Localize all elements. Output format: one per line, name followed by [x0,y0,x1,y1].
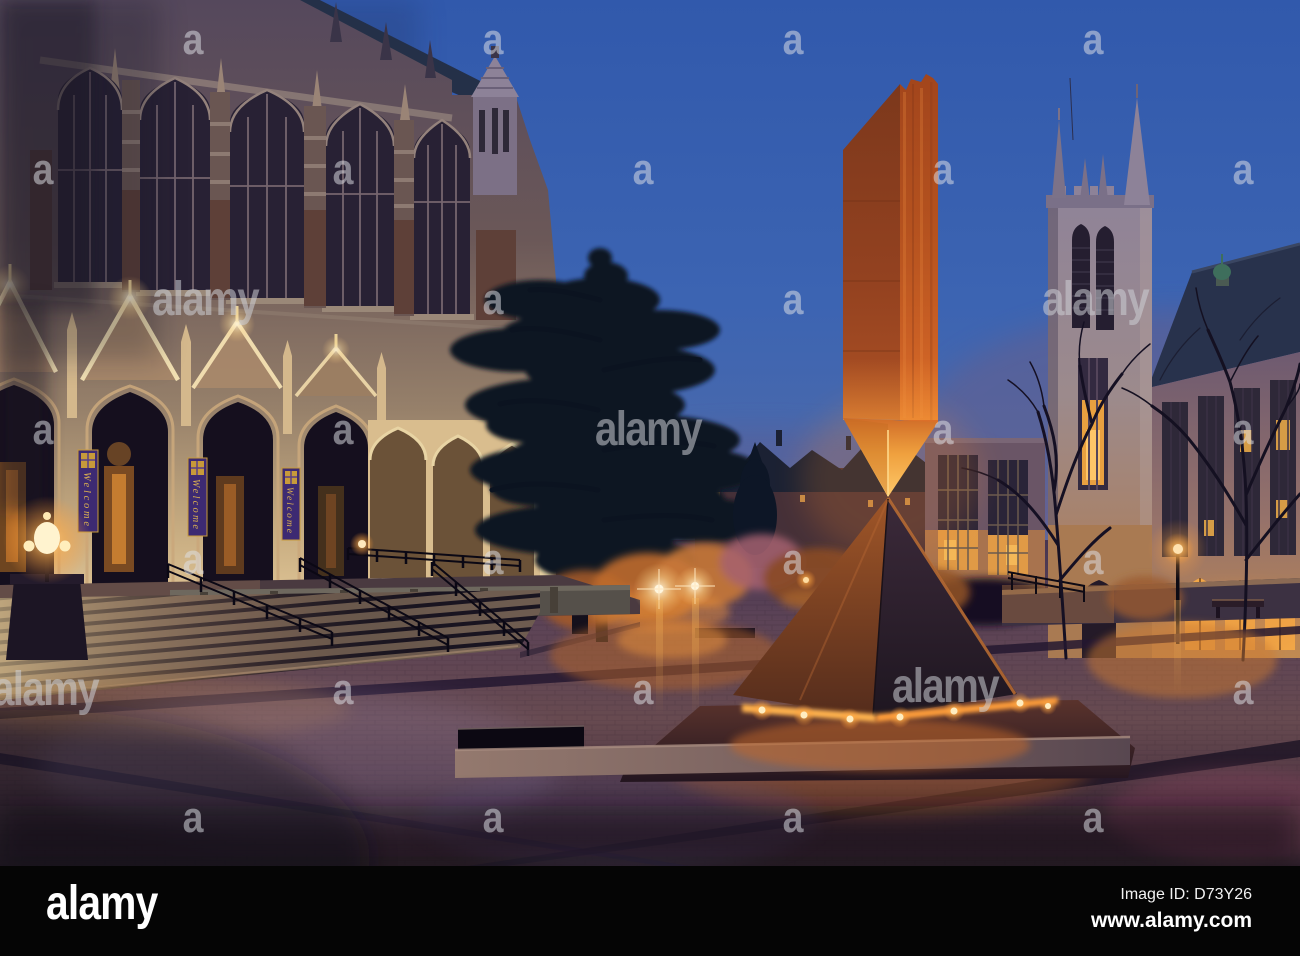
photo-broken-obelisk-plaza-dusk: Welcome Welcome Welcome [0,0,1300,866]
footer-bar: alamy Image ID: D73Y26 www.alamy.com [0,866,1300,956]
welcome-banner: Welcome [187,457,208,537]
welcome-banner-text: Welcome [284,487,294,533]
welcome-banner: Welcome [281,467,301,541]
alamy-url-text: www.alamy.com [1090,909,1252,932]
scene-graphic: Welcome Welcome Welcome [0,0,1300,866]
alamy-stock-photo-page: Welcome Welcome Welcome [0,0,1300,956]
footer-info: Image ID: D73Y26 www.alamy.com [1091,886,1252,933]
image-id-text: Image ID: D73Y26 [1120,886,1252,903]
ornate-lamp [3,496,91,660]
obelisk-column [843,74,938,497]
alamy-logo: alamy [46,877,158,930]
